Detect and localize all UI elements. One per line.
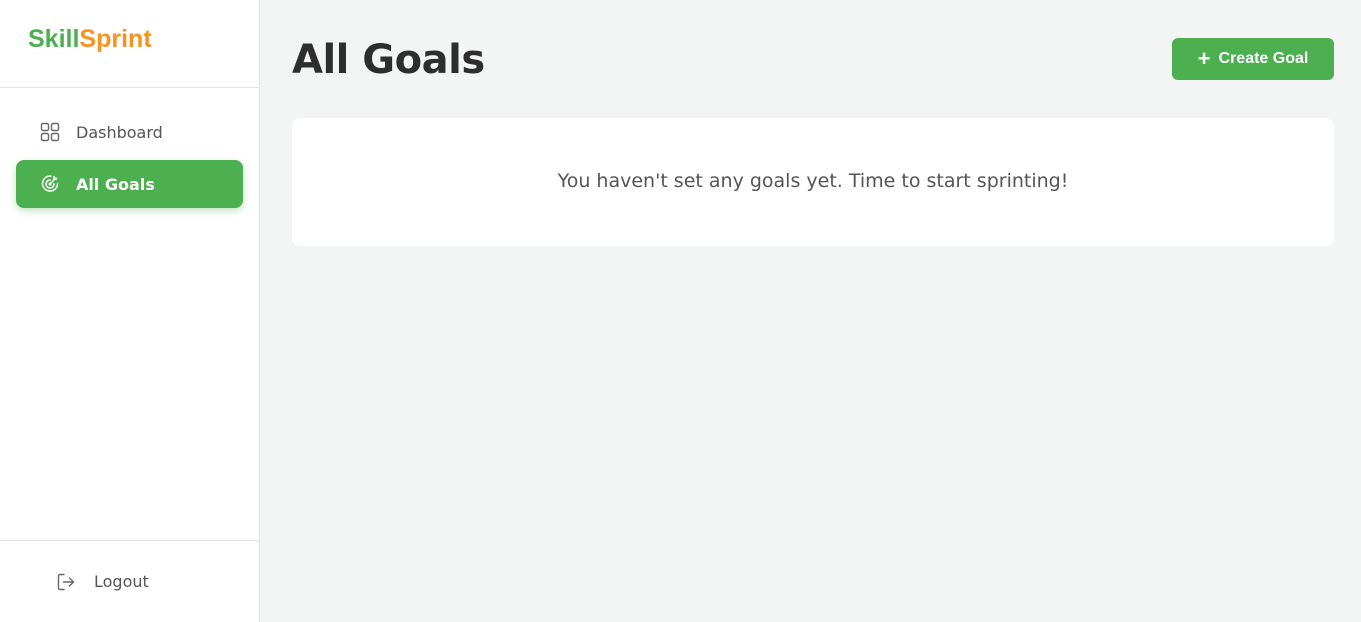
logout-label: Logout (94, 572, 149, 591)
brand-logo-part1: Skill (28, 25, 80, 53)
page-header: All Goals + Create Goal (292, 36, 1334, 118)
sidebar: SkillSprint Dashboard All Goals Logout (0, 0, 260, 622)
page-title: All Goals (292, 37, 485, 83)
sidebar-footer: Logout (0, 540, 259, 622)
sidebar-item-label: Dashboard (76, 122, 163, 142)
main-content: All Goals + Create Goal You haven't set … (260, 0, 1361, 622)
app: SkillSprint Dashboard All Goals Logout A… (0, 0, 1361, 622)
create-goal-label: Create Goal (1218, 50, 1309, 67)
plus-icon: + (1197, 46, 1211, 71)
sidebar-nav: Dashboard All Goals (0, 88, 259, 540)
brand-logo[interactable]: SkillSprint (0, 0, 259, 88)
sidebar-item-label: All Goals (76, 174, 155, 194)
target-icon (40, 174, 60, 194)
empty-state-message: You haven't set any goals yet. Time to s… (557, 170, 1069, 192)
empty-state-card: You haven't set any goals yet. Time to s… (292, 118, 1334, 246)
create-goal-button[interactable]: + Create Goal (1172, 38, 1334, 80)
logout-button[interactable]: Logout (56, 572, 149, 592)
sidebar-item-dashboard[interactable]: Dashboard (16, 108, 243, 156)
brand-logo-part2: Sprint (79, 25, 152, 53)
logout-icon (56, 572, 76, 592)
grid-icon (40, 122, 60, 142)
sidebar-item-all-goals[interactable]: All Goals (16, 160, 243, 208)
